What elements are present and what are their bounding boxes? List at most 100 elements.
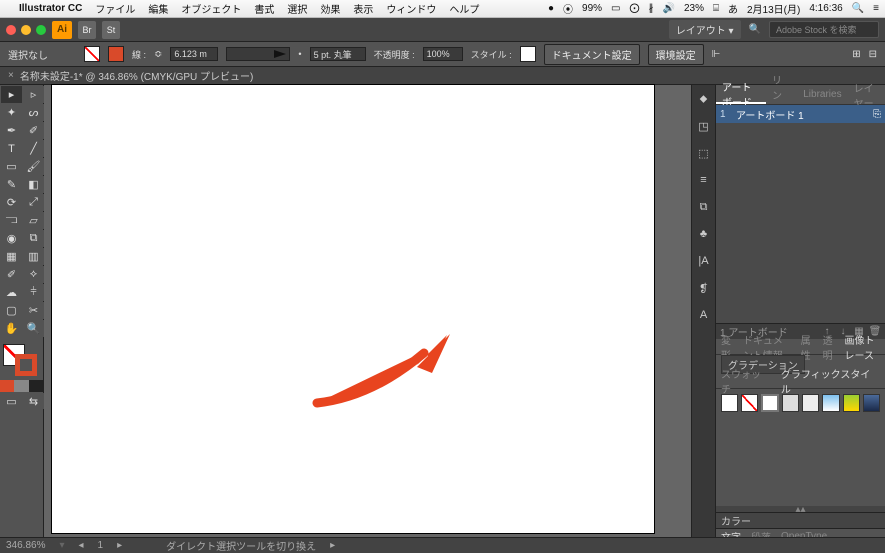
menu-window[interactable]: ウィンドウ	[386, 1, 436, 16]
tab-graphic-styles[interactable]: グラフィックスタイル	[776, 373, 885, 388]
select-tool[interactable]: ▸	[1, 86, 22, 103]
free-transform-tool[interactable]: ▱	[23, 212, 44, 229]
stroke-updown-icon[interactable]: ≎	[154, 49, 162, 60]
input-source-icon[interactable]: あ	[728, 1, 738, 16]
zoom-level[interactable]: 346.86%	[6, 540, 45, 551]
canvas-area[interactable]	[44, 85, 691, 544]
lasso-tool[interactable]: ᔕ	[23, 104, 44, 121]
symbol-tool[interactable]: ☁	[1, 284, 22, 301]
minimize-window[interactable]	[21, 25, 31, 35]
artboard-tool[interactable]: ▢	[1, 302, 22, 319]
wifi-icon[interactable]: ⨀	[630, 3, 640, 14]
eraser-tool[interactable]: ◧	[23, 176, 44, 193]
menu-type[interactable]: 書式	[254, 1, 274, 16]
tab-transparency[interactable]: 透明	[818, 339, 840, 354]
mesh-tool[interactable]: ▦	[1, 248, 22, 265]
menu-edit[interactable]: 編集	[148, 1, 168, 16]
style-swatch[interactable]	[520, 46, 536, 62]
document-tab-title[interactable]: 名称未設定-1* @ 346.86% (CMYK/GPU プレビュー)	[20, 68, 254, 83]
tab-links[interactable]: リンク	[766, 85, 797, 104]
collapsed-panel-1[interactable]: ◳	[696, 118, 712, 134]
color-mode-row[interactable]	[0, 380, 43, 392]
tab-libraries[interactable]: Libraries	[797, 85, 847, 104]
menu-view[interactable]: 表示	[353, 1, 373, 16]
artboard[interactable]	[52, 85, 654, 533]
blend-tool[interactable]: ⟡	[23, 266, 44, 283]
panel-icon-2[interactable]: ⊟	[869, 49, 877, 60]
style-cell[interactable]	[843, 394, 860, 412]
panel-icon-1[interactable]: ⊞	[852, 49, 860, 60]
stroke-profile-preview[interactable]	[226, 47, 290, 61]
screen-mode-normal[interactable]: ▭	[1, 393, 22, 409]
stock-search-input[interactable]: Adobe Stock を検索	[769, 21, 879, 38]
hand-tool[interactable]: ✋	[1, 320, 22, 337]
direct-select-tool[interactable]: ▹	[23, 86, 44, 103]
artboard-nav-prev-icon[interactable]: ◂	[79, 540, 84, 551]
close-window[interactable]	[6, 25, 16, 35]
style-cell[interactable]	[863, 394, 880, 412]
zoom-tool[interactable]: 🔍	[23, 320, 44, 337]
menu-object[interactable]: オブジェクト	[181, 1, 241, 16]
rect-tool[interactable]: ▭	[1, 158, 22, 175]
tab-swatches[interactable]: スウォッチ	[716, 373, 776, 388]
menu-help[interactable]: ヘルプ	[449, 1, 479, 16]
search-icon[interactable]: 🔍	[749, 24, 761, 35]
collapsed-panel-8[interactable]: A	[696, 307, 712, 323]
collapsed-panel-5[interactable]: ♣	[696, 226, 712, 242]
gradient-tool[interactable]: ▥	[23, 248, 44, 265]
rotate-tool[interactable]: ⟳	[1, 194, 22, 211]
spotlight-icon[interactable]: 🔍	[852, 3, 864, 14]
fill-stroke-control[interactable]	[0, 342, 43, 378]
eyedropper-tool[interactable]: ✐	[1, 266, 22, 283]
align-icon[interactable]: ⊩	[712, 49, 721, 60]
menu-file[interactable]: ファイル	[95, 1, 135, 16]
document-setup-button[interactable]: ドキュメント設定	[544, 44, 640, 65]
tab-docinfo[interactable]: ドキュメント情報	[738, 339, 796, 354]
menu-select[interactable]: 選択	[287, 1, 307, 16]
app-name[interactable]: Illustrator CC	[19, 3, 82, 14]
preferences-button[interactable]: 環境設定	[648, 44, 704, 65]
maximize-window[interactable]	[36, 25, 46, 35]
collapsed-panel-4[interactable]: ⧉	[696, 199, 712, 215]
pen-tool[interactable]: ✒	[1, 122, 22, 139]
stock-icon[interactable]: St	[102, 21, 120, 39]
style-cell[interactable]	[782, 394, 799, 412]
style-cell[interactable]	[802, 394, 819, 412]
style-cell[interactable]	[721, 394, 738, 412]
shaper-tool[interactable]: ✎	[1, 176, 22, 193]
tab-transform[interactable]: 変形	[716, 339, 738, 354]
tab-imagetrace[interactable]: 画像トレース	[840, 339, 885, 354]
volume-icon[interactable]: 🔊	[663, 3, 675, 14]
collapsed-panel-2[interactable]: ⬚	[696, 145, 712, 161]
collapsed-panel-6[interactable]: |A	[696, 253, 712, 269]
artboard-options-icon[interactable]: ⎘	[873, 109, 881, 120]
bridge-icon[interactable]: Br	[78, 21, 96, 39]
bluetooth-icon[interactable]: ∦	[649, 3, 654, 14]
brush-tool[interactable]: 🖌	[23, 158, 44, 175]
artboard-row[interactable]: 1 アートボード 1 ⎘	[716, 105, 885, 123]
collapsed-panel-7[interactable]: ❡	[696, 280, 712, 296]
graph-tool[interactable]: ⫩	[23, 284, 44, 301]
style-cell[interactable]	[761, 394, 778, 412]
magic-wand-tool[interactable]: ✦	[1, 104, 22, 121]
curvature-tool[interactable]: ✐	[23, 122, 44, 139]
fill-swatch[interactable]	[84, 46, 100, 62]
notification-icon[interactable]: ≡	[873, 3, 879, 14]
artboard-nav-next-icon[interactable]: ▸	[117, 540, 122, 551]
type-tool[interactable]: T	[1, 140, 22, 157]
tool-hint-more-icon[interactable]: ▸	[330, 540, 335, 551]
opacity-input[interactable]	[423, 47, 463, 61]
artboard-nav-number[interactable]: 1	[98, 540, 104, 551]
collapsed-panel-0[interactable]: ⬥	[696, 91, 712, 107]
tab-artboards[interactable]: アートボード	[716, 85, 766, 104]
tab-attributes[interactable]: 属性	[796, 339, 818, 354]
brush-profile-input[interactable]	[310, 47, 366, 61]
line-tool[interactable]: ╱	[23, 140, 44, 157]
slice-tool[interactable]: ✂	[23, 302, 44, 319]
scale-tool[interactable]: ⤢	[23, 194, 44, 211]
style-cell[interactable]	[741, 394, 758, 412]
stroke-width-input[interactable]	[170, 47, 218, 61]
perspective-tool[interactable]: ⧉	[23, 230, 44, 247]
stroke-swatch[interactable]	[108, 46, 124, 62]
layout-dropdown[interactable]: レイアウト ▾	[669, 20, 741, 39]
